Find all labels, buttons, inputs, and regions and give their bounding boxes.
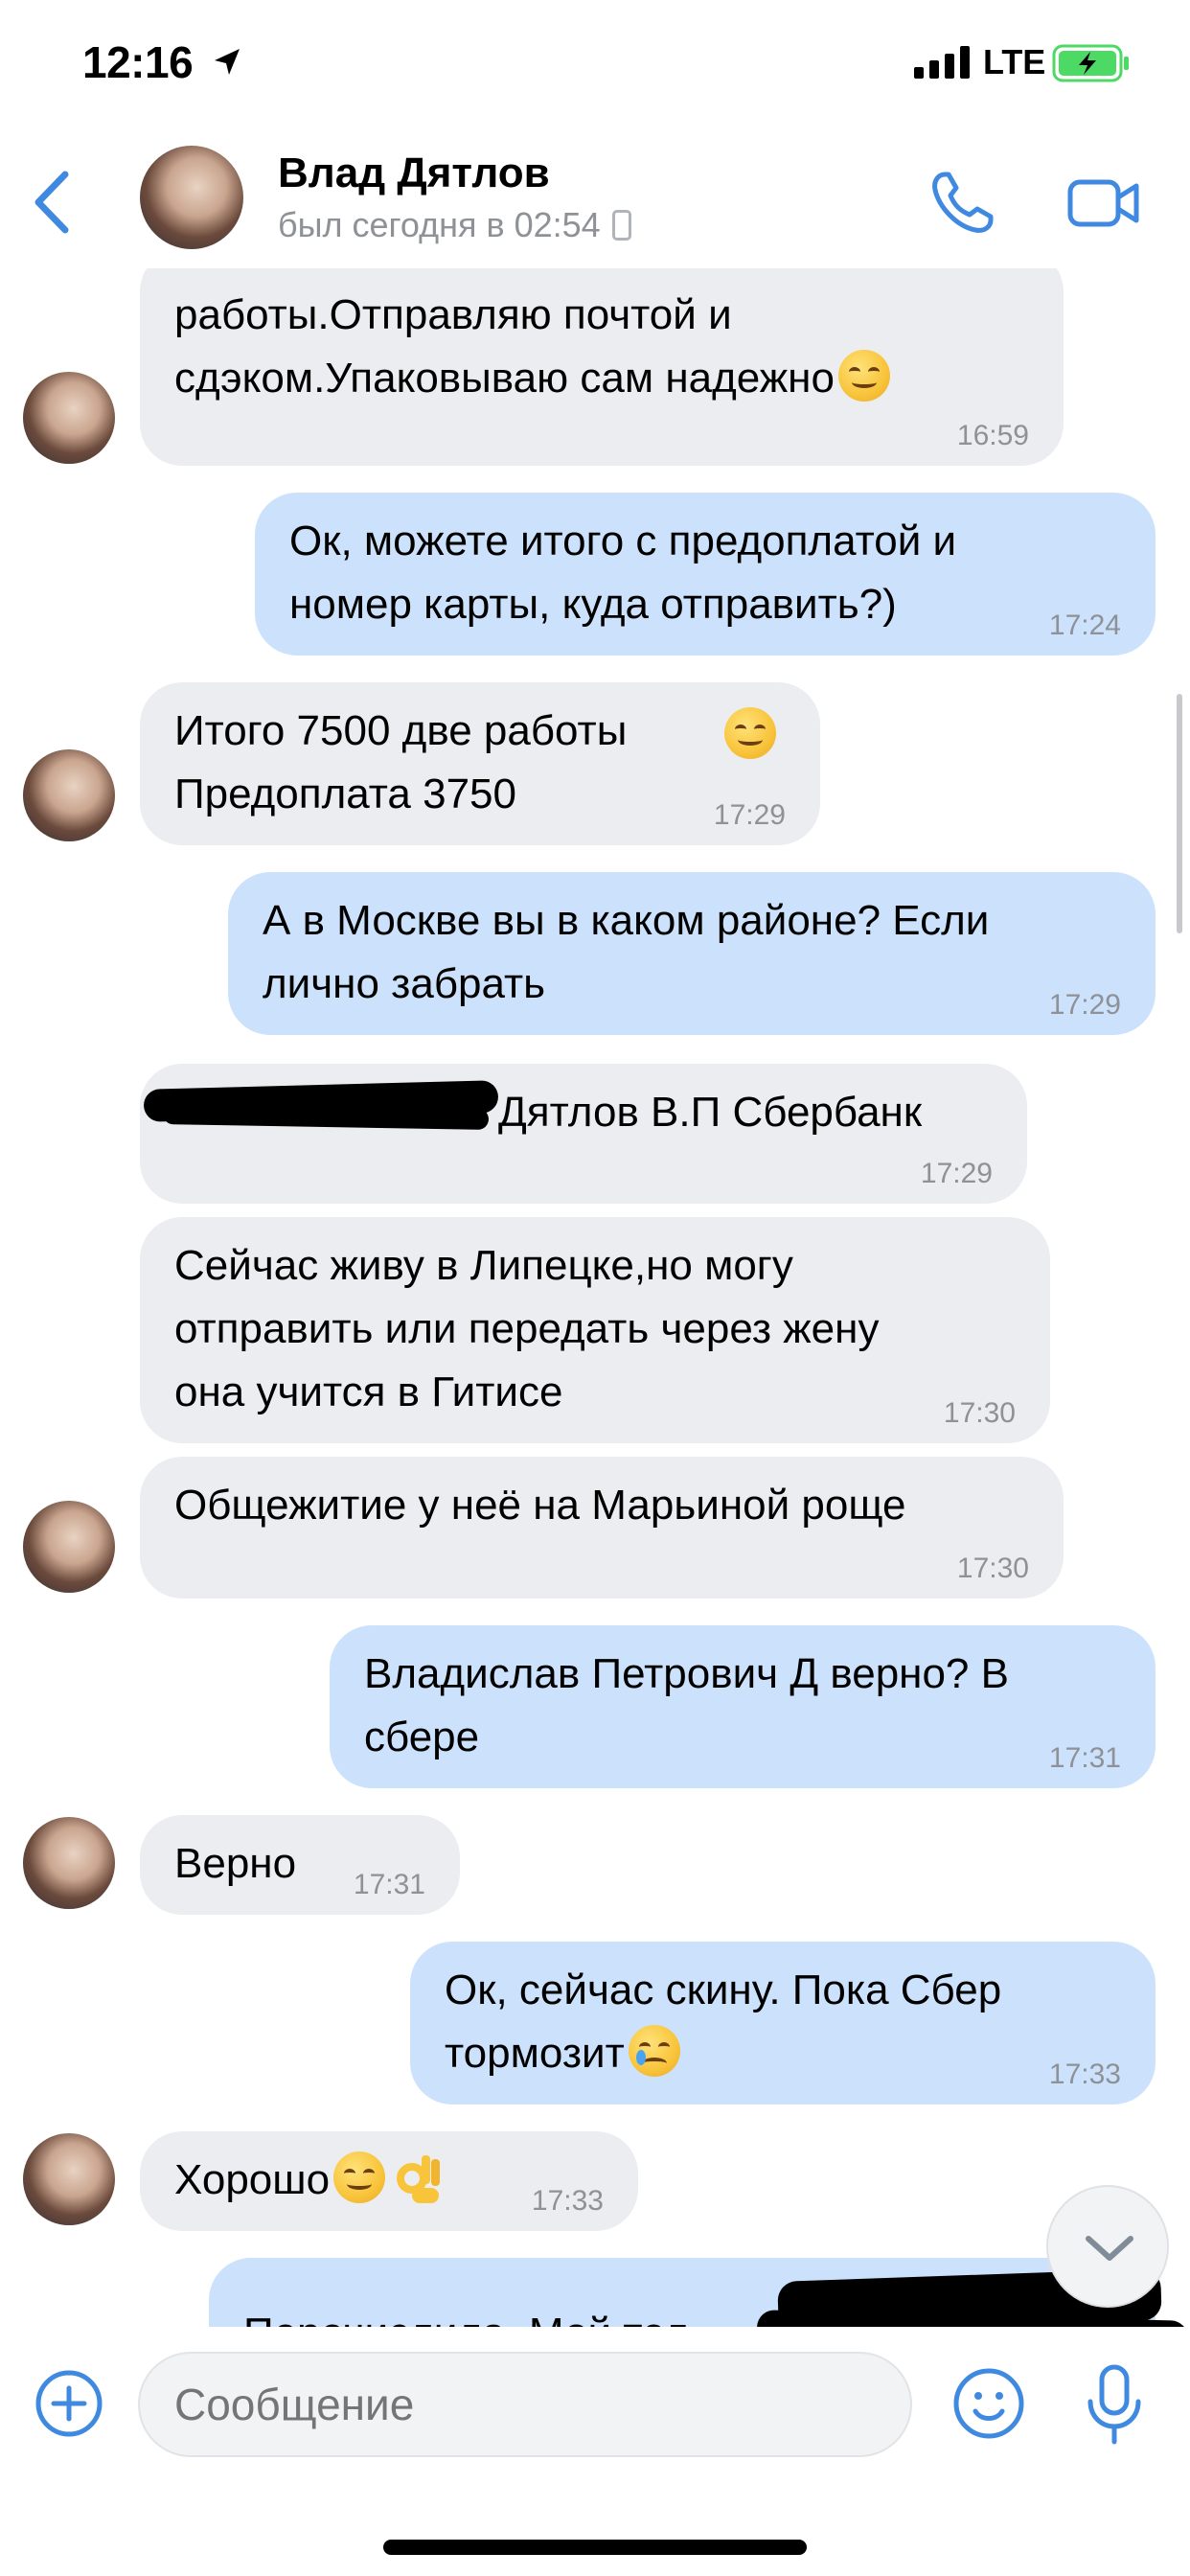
emoji-picker-icon[interactable]: [952, 2367, 1025, 2440]
last-seen-status: был сегодня в 02:54: [278, 205, 631, 245]
message-text: Сейчас живу в Липецке,но могу отправить …: [174, 1242, 880, 1415]
sender-avatar[interactable]: [23, 749, 115, 841]
message-time: 17:29: [1048, 989, 1121, 1021]
sender-avatar[interactable]: [23, 1501, 115, 1593]
battery-charging-icon: [1052, 44, 1129, 82]
microphone-icon[interactable]: [1083, 2363, 1146, 2446]
add-attachment-icon[interactable]: [34, 2369, 103, 2438]
message-time: 17:31: [353, 1869, 425, 1900]
message-text: Дятлов В.П Сбербанк: [498, 1089, 923, 1136]
message-text: Ок, сейчас скину. Пока Сбер тормозит: [445, 1966, 1002, 2077]
contact-name[interactable]: Влад Дятлов: [278, 150, 550, 197]
message-outgoing[interactable]: Ок, можете итого с предоплатой и номер к…: [255, 493, 1156, 656]
message-outgoing[interactable]: Ок, сейчас скину. Пока Сбер тормозит 17:…: [410, 1942, 1156, 2104]
chat-header: Влад Дятлов был сегодня в 02:54: [0, 134, 1190, 268]
cellular-signal-icon: [914, 46, 970, 79]
scrollbar[interactable]: [1177, 694, 1182, 933]
message-time: 17:30: [943, 1397, 1016, 1429]
message-time: 17:29: [920, 1158, 993, 1189]
message-text: Ок, можете итого с предоплатой и номер к…: [289, 518, 957, 628]
ok-hand-emoji-icon: [397, 2155, 441, 2203]
chevron-down-icon: [1086, 2236, 1133, 2261]
network-type: LTE: [983, 42, 1046, 81]
message-incoming[interactable]: Верно 17:31: [140, 1815, 460, 1915]
message-time: 17:30: [956, 1552, 1029, 1584]
video-call-icon[interactable]: [1067, 176, 1140, 230]
smiling-face-emoji-icon: [724, 707, 776, 759]
location-arrow-icon: [215, 49, 240, 75]
message-incoming[interactable]: работы.Отправляю почтой и сдэком.Упаковы…: [140, 268, 1064, 466]
message-list[interactable]: работы.Отправляю почтой и сдэком.Упаковы…: [0, 268, 1190, 2327]
message-text: А в Москве вы в каком районе? Если лично…: [263, 897, 990, 1007]
message-input[interactable]: [138, 2352, 912, 2457]
phone-call-icon[interactable]: [927, 169, 996, 238]
smiling-face-emoji-icon: [837, 350, 890, 402]
sender-avatar[interactable]: [23, 372, 115, 464]
status-bar: 12:16 LTE: [0, 0, 1190, 134]
crying-face-emoji-icon: [628, 2025, 680, 2077]
message-incoming[interactable]: Хорошо 17:33: [140, 2131, 638, 2231]
contact-avatar[interactable]: [140, 146, 243, 249]
message-time: 17:31: [1048, 1742, 1121, 1774]
sender-avatar[interactable]: [23, 2133, 115, 2225]
message-outgoing[interactable]: А в Москве вы в каком районе? Если лично…: [228, 872, 1156, 1035]
status-time: 12:16: [82, 37, 194, 87]
smiling-face-emoji-icon: [333, 2151, 386, 2203]
message-incoming[interactable]: Сейчас живу в Липецке,но могу отправить …: [140, 1217, 1050, 1443]
message-composer: [0, 2327, 1190, 2576]
message-text: Владислав Петрович Д верно? В сбере: [364, 1650, 1009, 1760]
sender-avatar[interactable]: [23, 1817, 115, 1909]
mobile-device-icon: [611, 210, 631, 241]
message-time: 17:33: [1048, 2058, 1121, 2090]
message-text: работы.Отправляю почтой и сдэком.Упаковы…: [174, 284, 1029, 410]
message-incoming[interactable]: Общежитие у неё на Марьиной роще 17:30: [140, 1457, 1064, 1598]
message-text: Общежитие у неё на Марьиной роще: [174, 1482, 906, 1529]
message-outgoing[interactable]: Владислав Петрович Д верно? В сбере 17:3…: [330, 1625, 1156, 1788]
message-time: 17:33: [531, 2185, 604, 2217]
scroll-to-bottom-button[interactable]: [1046, 2185, 1169, 2308]
message-time: 17:29: [713, 799, 786, 831]
message-time: 16:59: [956, 420, 1029, 451]
message-text: Итого 7500 две работы Предоплата 3750: [174, 707, 628, 817]
message-time: 17:24: [1048, 610, 1121, 641]
message-incoming[interactable]: Итого 7500 две работы Предоплата 3750 17…: [140, 682, 820, 845]
message-incoming[interactable]: Дятлов В.П Сбербанк 17:29: [140, 1064, 1027, 1204]
back-chevron-icon[interactable]: [29, 167, 77, 238]
home-indicator[interactable]: [383, 2540, 807, 2555]
last-seen-text: был сегодня в 02:54: [278, 205, 601, 244]
